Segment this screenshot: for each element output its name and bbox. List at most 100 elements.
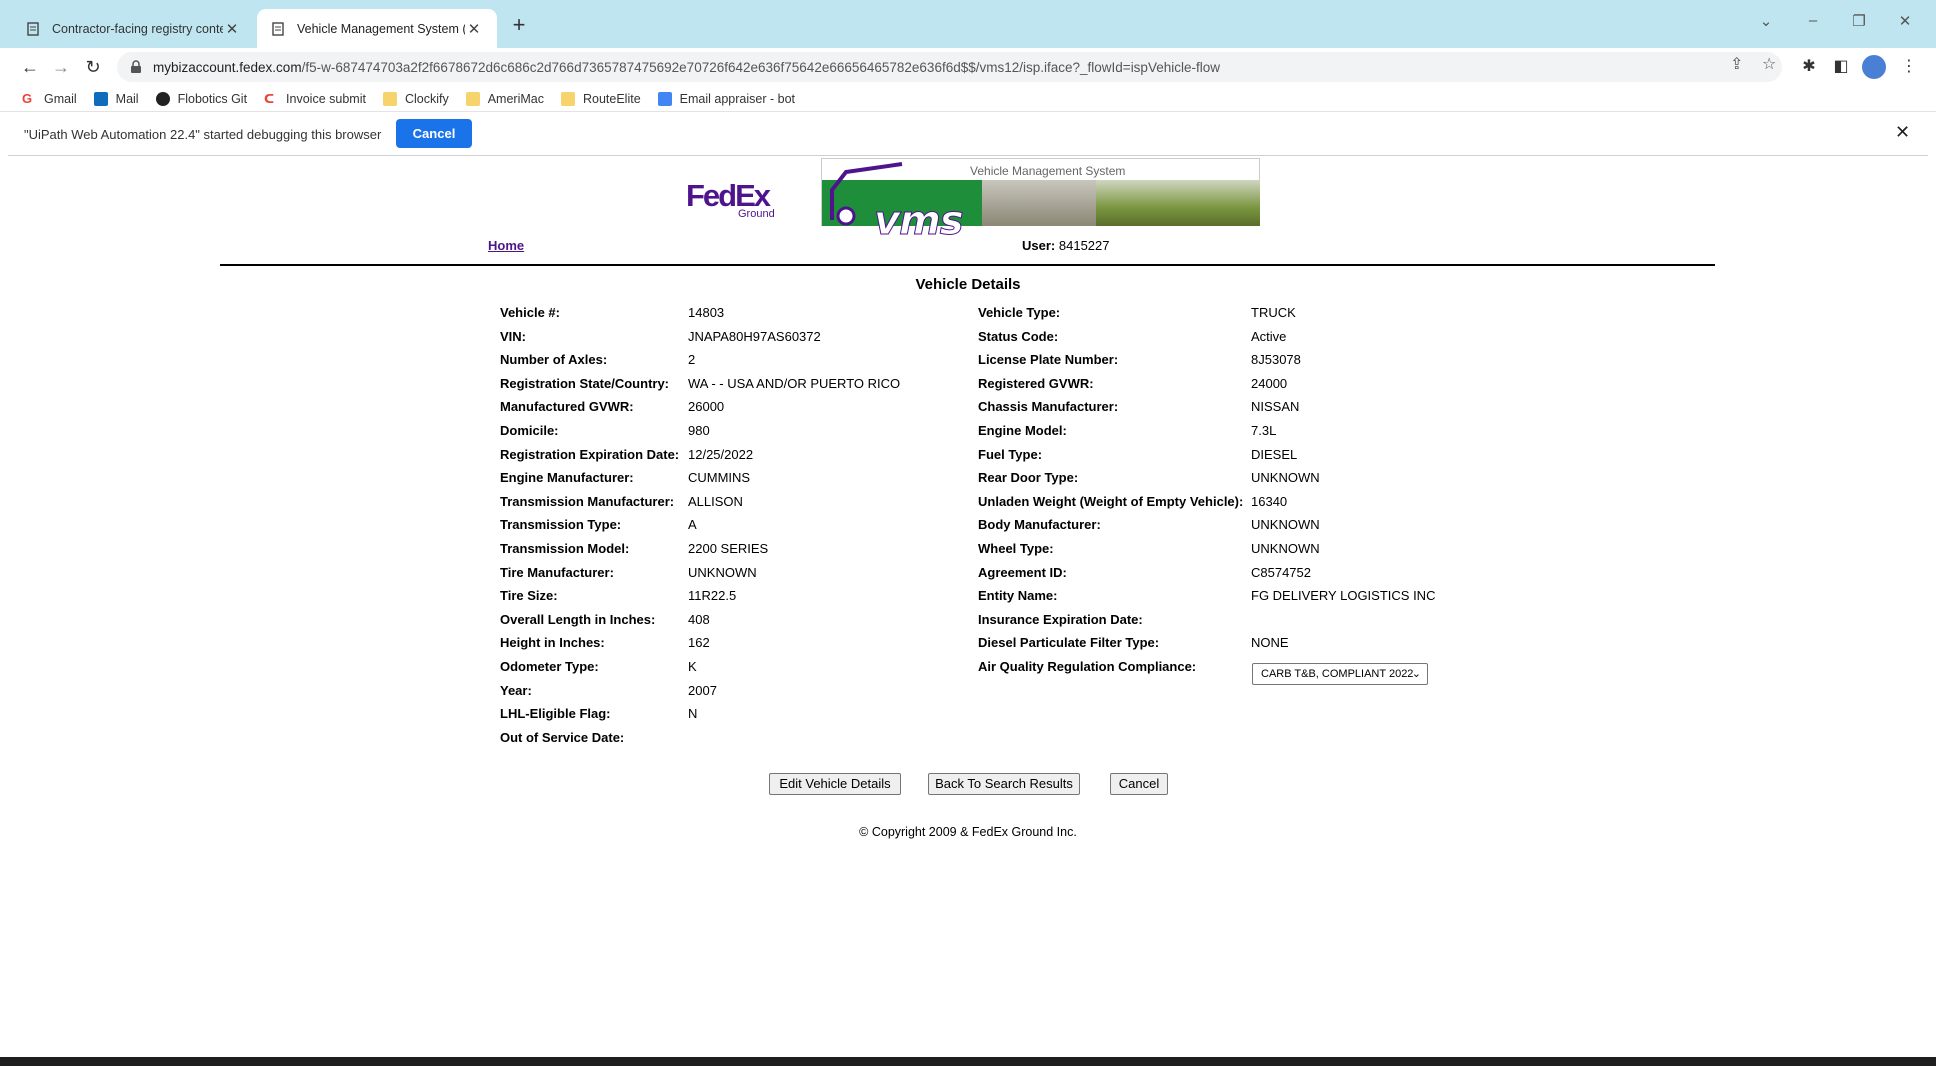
field-value: 980	[688, 423, 710, 438]
field-value: UNKNOWN	[1251, 517, 1320, 532]
detail-row: Odometer Type: K	[500, 659, 980, 677]
tab-search-icon[interactable]: ⌄	[1756, 12, 1776, 30]
minimize-icon[interactable]: –	[1803, 12, 1823, 29]
page-icon	[271, 21, 285, 36]
detail-row: Fuel Type: DIESEL	[978, 447, 1458, 465]
tab-vehicle-management[interactable]: Vehicle Management System (VM ✕	[257, 9, 497, 48]
bookmark-label: Mail	[115, 91, 139, 106]
field-label: Wheel Type:	[978, 541, 1054, 556]
lock-icon	[131, 60, 141, 73]
tab-title: Vehicle Management System (VM	[297, 21, 465, 36]
field-value: 8J53078	[1251, 352, 1301, 367]
field-value: 7.3L	[1251, 423, 1277, 438]
field-label: Diesel Particulate Filter Type:	[978, 635, 1160, 650]
field-value: FG DELIVERY LOGISTICS INC	[1251, 588, 1436, 603]
menu-icon[interactable]: ⋮	[1898, 56, 1920, 76]
field-label: Engine Manufacturer:	[500, 470, 634, 485]
bookmark-label: Flobotics Git	[177, 91, 248, 106]
new-tab-button[interactable]: +	[505, 12, 533, 40]
user-label: User:	[1022, 238, 1056, 253]
field-value: 16340	[1251, 494, 1288, 509]
air-quality-compliance-select[interactable]: CARB T&B, COMPLIANT 2022 ⌄	[1252, 663, 1428, 685]
bookmark-label: Gmail	[44, 91, 77, 106]
field-label: License Plate Number:	[978, 352, 1119, 367]
share-icon[interactable]: ⇪	[1730, 54, 1743, 74]
bookmark-flobotics-git[interactable]: Flobotics Git	[155, 91, 248, 106]
field-label: Transmission Manufacturer:	[500, 494, 675, 509]
bookmark-gmail[interactable]: G Gmail	[22, 91, 77, 106]
field-label: Height in Inches:	[500, 635, 605, 650]
field-label: Transmission Type:	[500, 517, 622, 532]
field-label: Vehicle #:	[500, 305, 560, 320]
extensions-icon[interactable]: ✱	[1798, 56, 1820, 76]
field-value: DIESEL	[1251, 447, 1298, 462]
infobar-cancel-button[interactable]: Cancel	[396, 119, 472, 148]
close-tab-icon[interactable]: ✕	[465, 20, 483, 38]
bookmark-routeelite[interactable]: RouteElite	[560, 91, 641, 106]
side-panel-icon[interactable]: ◧	[1830, 56, 1852, 76]
field-label: Manufactured GVWR:	[500, 399, 634, 414]
field-label: Unladen Weight (Weight of Empty Vehicle)…	[978, 494, 1244, 509]
url-text: mybizaccount.fedex.com/f5-w-687474703a2f…	[153, 60, 1220, 75]
bookmark-star-icon[interactable]: ☆	[1762, 54, 1776, 74]
tractor-trailer-photo	[1096, 180, 1260, 226]
detail-row: Overall Length in Inches: 408	[500, 612, 980, 630]
back-to-search-results-button[interactable]: Back To Search Results	[928, 773, 1080, 795]
bookmark-label: RouteElite	[582, 91, 641, 106]
field-label: Tire Manufacturer:	[500, 565, 614, 580]
detail-row: Domicile: 980	[500, 423, 980, 441]
fedex-ground-logo: FedEx Ground	[686, 178, 786, 220]
field-label: Vehicle Type:	[978, 305, 1061, 320]
tab-contractor-registry[interactable]: Contractor-facing registry conten ✕	[12, 9, 255, 48]
field-value: TRUCK	[1251, 305, 1296, 320]
detail-row: Insurance Expiration Date:	[978, 612, 1458, 630]
field-value: CUMMINS	[688, 470, 751, 485]
field-value: NISSAN	[1251, 399, 1300, 414]
profile-avatar[interactable]	[1862, 55, 1886, 79]
edit-vehicle-details-button[interactable]: Edit Vehicle Details	[769, 773, 901, 795]
field-value: NONE	[1251, 635, 1289, 650]
cancel-button[interactable]: Cancel	[1110, 773, 1168, 795]
bookmark-clockify[interactable]: Clockify	[382, 91, 449, 106]
vms-logo-panel: vms	[822, 162, 982, 245]
address-bar[interactable]: mybizaccount.fedex.com/f5-w-687474703a2f…	[117, 52, 1782, 82]
close-tab-icon[interactable]: ✕	[223, 20, 241, 38]
reload-icon[interactable]: ↻	[82, 56, 104, 78]
field-value: 12/25/2022	[688, 447, 754, 462]
current-user: User: 8415227	[1022, 238, 1110, 253]
field-label: Domicile:	[500, 423, 559, 438]
detail-row: Transmission Manufacturer: ALLISON	[500, 494, 980, 512]
bookmark-email-appraiser[interactable]: Email appraiser - bot	[657, 91, 795, 106]
restore-icon[interactable]: ❐	[1849, 12, 1869, 30]
forward-icon[interactable]: →	[50, 56, 72, 78]
close-infobar-icon[interactable]: ✕	[1895, 122, 1910, 143]
outlook-icon	[93, 91, 108, 106]
detail-row: Engine Manufacturer: CUMMINS	[500, 470, 980, 488]
vms-logo-text: vms	[874, 198, 965, 245]
field-label: Chassis Manufacturer:	[978, 399, 1119, 414]
browser-toolbar: ← → ↻ mybizaccount.fedex.com/f5-w-687474…	[0, 48, 1936, 86]
detail-row: Year: 2007	[500, 683, 980, 701]
close-window-icon[interactable]: ✕	[1895, 12, 1915, 30]
field-label: Year:	[500, 683, 532, 698]
home-link[interactable]: Home	[488, 238, 524, 253]
header-banner: FedEx Ground Vehicle Management System v…	[686, 156, 1260, 245]
field-label: Registration State/Country:	[500, 376, 670, 391]
bookmark-invoice-submit[interactable]: ᑕ Invoice submit	[264, 92, 366, 106]
bookmark-mail[interactable]: Mail	[93, 91, 139, 106]
field-value: C8574752	[1251, 565, 1311, 580]
bookmark-amerimac[interactable]: AmeriMac	[465, 91, 544, 106]
page-icon	[26, 21, 40, 36]
field-label: Engine Model:	[978, 423, 1067, 438]
detail-row: Registration State/Country: WA - - USA AN…	[500, 376, 980, 394]
detail-row: Entity Name: FG DELIVERY LOGISTICS INC	[978, 588, 1458, 606]
field-label: Air Quality Regulation Compliance:	[978, 659, 1197, 674]
folder-icon	[560, 91, 575, 106]
copyright-footer: © Copyright 2009 & FedEx Ground Inc.	[859, 825, 1077, 839]
field-label: Registration Expiration Date:	[500, 447, 680, 462]
detail-row: Registration Expiration Date: 12/25/2022	[500, 447, 980, 465]
detail-row: Body Manufacturer: UNKNOWN	[978, 517, 1458, 535]
field-value: 2007	[688, 683, 717, 698]
detail-row: Transmission Model: 2200 SERIES	[500, 541, 980, 559]
back-icon[interactable]: ←	[19, 56, 41, 78]
